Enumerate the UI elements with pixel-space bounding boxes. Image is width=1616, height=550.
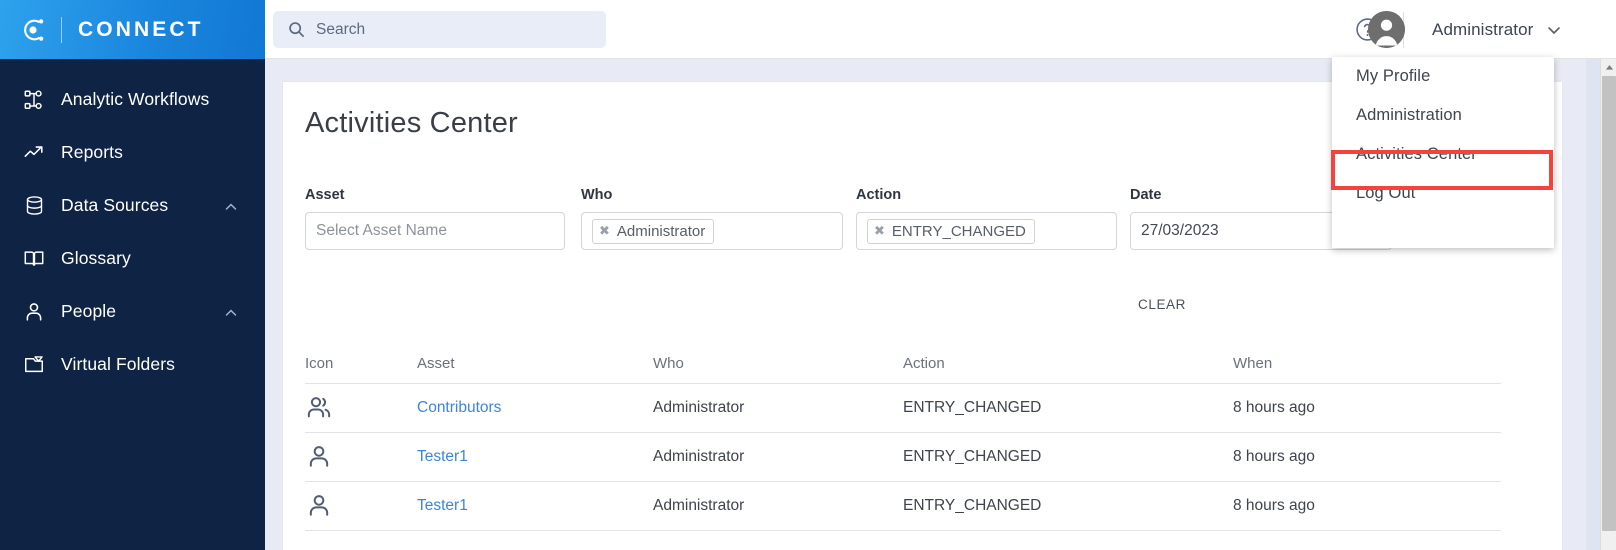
page-title: Activities Center	[305, 107, 518, 139]
close-x-icon[interactable]: ✖	[874, 223, 885, 239]
scroll-up-arrow-icon[interactable]	[1601, 59, 1616, 75]
filter-asset: Asset Select Asset Name	[305, 187, 565, 250]
brand-header[interactable]: CONNECT	[0, 0, 265, 59]
top-bar: Administrator	[265, 0, 1616, 59]
search-box[interactable]	[273, 11, 606, 48]
app-root: CONNECT Analytic Workflows Reports Data …	[0, 0, 1616, 550]
row-action-cell: ENTRY_CHANGED	[903, 399, 1042, 416]
asset-link[interactable]: Contributors	[417, 399, 501, 416]
menu-item-activities-center[interactable]: Activities Center	[1332, 135, 1554, 174]
row-action-cell: ENTRY_CHANGED	[903, 448, 1042, 465]
sidebar: CONNECT Analytic Workflows Reports Data …	[0, 0, 265, 550]
sidebar-item-analytic-workflows[interactable]: Analytic Workflows	[0, 73, 265, 126]
workflow-nodes-icon	[21, 87, 47, 113]
row-icon-cell	[305, 394, 417, 422]
group-people-icon	[305, 394, 417, 422]
sidebar-item-label: Virtual Folders	[61, 354, 176, 374]
row-asset-cell: Tester1	[417, 448, 653, 466]
sidebar-item-glossary[interactable]: Glossary	[0, 232, 265, 285]
action-select-input[interactable]: ✖ ENTRY_CHANGED	[856, 212, 1117, 250]
filter-action: Action ✖ ENTRY_CHANGED	[856, 187, 1117, 250]
who-select-input[interactable]: ✖ Administrator	[581, 212, 843, 250]
close-x-icon[interactable]: ✖	[599, 223, 610, 239]
row-when-cell: 8 hours ago	[1233, 497, 1315, 514]
single-person-icon	[305, 443, 417, 471]
sidebar-item-label: Analytic Workflows	[61, 89, 210, 109]
database-icon	[21, 193, 47, 219]
sidebar-item-data-sources[interactable]: Data Sources	[0, 179, 265, 232]
table-row[interactable]: Tester1 Administrator ENTRY_CHANGED 8 ho…	[305, 433, 1501, 482]
sidebar-item-people[interactable]: People	[0, 285, 265, 338]
row-when-cell: 8 hours ago	[1233, 448, 1315, 465]
column-header-icon: Icon	[305, 355, 334, 372]
activities-table: Icon Asset Who Action When Contributors …	[305, 344, 1501, 531]
action-chip[interactable]: ✖ ENTRY_CHANGED	[867, 218, 1035, 244]
filter-label: Who	[581, 187, 613, 203]
brand-divider	[61, 16, 62, 43]
single-person-icon	[305, 492, 417, 520]
user-name-label: Administrator	[1432, 20, 1534, 39]
open-book-icon	[21, 246, 47, 272]
connect-orbit-logo-icon	[18, 15, 48, 45]
sidebar-item-label: Data Sources	[61, 195, 169, 215]
menu-item-my-profile[interactable]: My Profile	[1332, 57, 1554, 96]
vertical-scrollbar[interactable]	[1600, 59, 1616, 550]
chevron-up-icon[interactable]	[225, 306, 237, 318]
table-row[interactable]: Contributors Administrator ENTRY_CHANGED…	[305, 384, 1501, 433]
asset-link[interactable]: Tester1	[417, 497, 468, 514]
row-who-cell: Administrator	[653, 497, 745, 514]
who-chip-label: Administrator	[616, 222, 706, 240]
row-icon-cell	[305, 492, 417, 520]
user-menu-button[interactable]: Administrator	[1367, 11, 1616, 49]
row-asset-cell: Tester1	[417, 497, 653, 515]
sidebar-item-reports[interactable]: Reports	[0, 126, 265, 179]
filter-label: Asset	[305, 187, 345, 203]
row-when-cell: 8 hours ago	[1233, 399, 1315, 416]
search-input[interactable]	[316, 20, 576, 39]
row-icon-cell	[305, 443, 417, 471]
table-header-row: Icon Asset Who Action When	[305, 344, 1501, 384]
filter-label: Action	[856, 187, 902, 203]
search-icon	[288, 21, 305, 38]
sidebar-item-label: Reports	[61, 142, 123, 162]
row-action-cell: ENTRY_CHANGED	[903, 497, 1042, 514]
clear-button[interactable]: CLEAR	[1138, 297, 1186, 312]
sidebar-item-label: People	[61, 301, 117, 321]
who-chip[interactable]: ✖ Administrator	[592, 218, 715, 244]
column-header-when: When	[1233, 355, 1273, 372]
user-dropdown-menu: My Profile Administration Activities Cen…	[1332, 57, 1554, 248]
date-value: 27/03/2023	[1141, 222, 1219, 239]
column-header-action: Action	[903, 355, 945, 372]
trend-up-arrow-icon	[21, 140, 47, 166]
menu-item-log-out[interactable]: Log Out	[1332, 174, 1554, 213]
table-row[interactable]: Tester1 Administrator ENTRY_CHANGED 8 ho…	[305, 482, 1501, 531]
row-who-cell: Administrator	[653, 448, 745, 465]
scrollbar-thumb[interactable]	[1602, 76, 1616, 531]
filter-who: Who ✖ Administrator	[581, 187, 843, 250]
scroll-track-highlight	[1586, 59, 1600, 550]
chevron-down-icon	[1547, 23, 1561, 37]
asset-link[interactable]: Tester1	[417, 448, 468, 465]
action-chip-label: ENTRY_CHANGED	[891, 222, 1026, 240]
person-icon	[21, 299, 47, 325]
asset-placeholder: Select Asset Name	[316, 222, 447, 239]
virtual-folder-icon	[21, 352, 47, 378]
row-who-cell: Administrator	[653, 399, 745, 416]
row-asset-cell: Contributors	[417, 399, 653, 417]
sidebar-nav: Analytic Workflows Reports Data Sources …	[0, 59, 265, 391]
menu-item-administration[interactable]: Administration	[1332, 96, 1554, 135]
sidebar-item-virtual-folders[interactable]: Virtual Folders	[0, 338, 265, 391]
chevron-up-icon[interactable]	[225, 200, 237, 212]
brand-name: CONNECT	[78, 17, 204, 41]
asset-select-input[interactable]: Select Asset Name	[305, 212, 565, 250]
column-header-who: Who	[653, 355, 684, 372]
sidebar-item-label: Glossary	[61, 248, 131, 268]
column-header-asset: Asset	[417, 355, 455, 372]
